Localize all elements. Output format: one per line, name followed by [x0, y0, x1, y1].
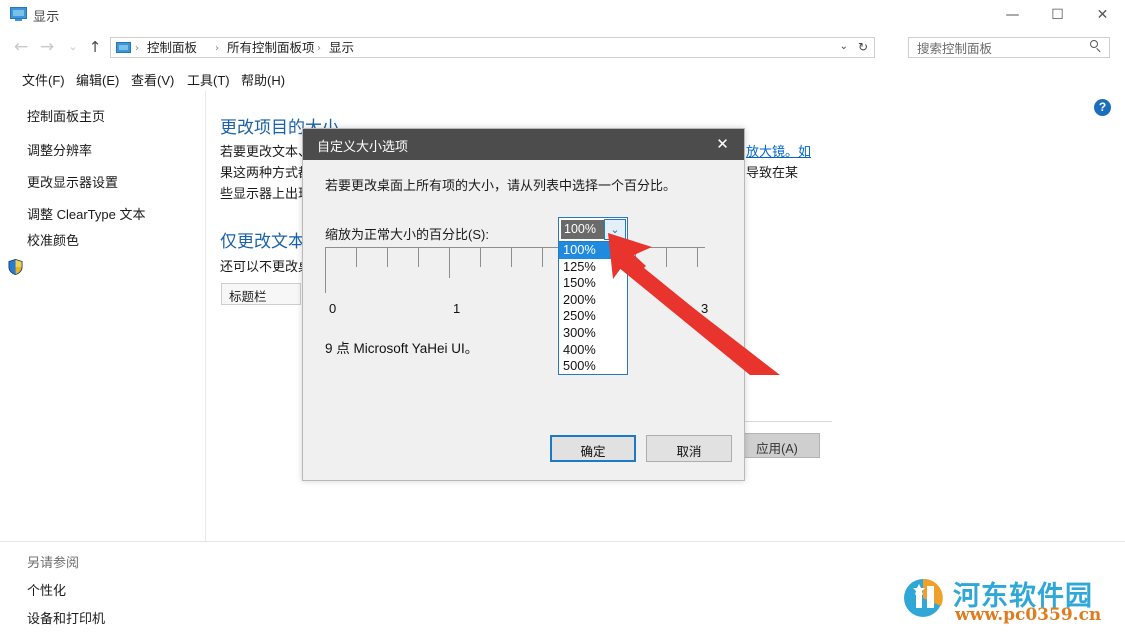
dropdown-option[interactable]: 250% [559, 308, 627, 325]
close-icon: ✕ [1096, 7, 1109, 23]
minimize-button[interactable]: — [990, 0, 1035, 30]
watermark-logo-icon [903, 576, 949, 620]
search-box[interactable] [908, 37, 1110, 58]
body-line-2: 些显示器上出现 [220, 186, 312, 201]
section-title-text-only: 仅更改文本 [220, 232, 305, 251]
ok-label: 确定 [580, 445, 606, 459]
menu-file[interactable]: 文件(F) [18, 68, 69, 91]
recent-locations-button[interactable]: ⌄ [62, 37, 84, 57]
breadcrumb-item-2[interactable]: 显示 [329, 40, 354, 57]
custom-sizing-dialog: 自定义大小选项 ✕ 若要更改桌面上所有项的大小，请从列表中选择一个百分比。 缩放… [302, 128, 745, 481]
sidebar-item-personalization[interactable]: 个性化 [27, 580, 66, 599]
menu-tools[interactable]: 工具(T) [183, 68, 234, 91]
sidebar-item-cleartype[interactable]: 调整 ClearType 文本 [27, 204, 145, 223]
back-button[interactable]: ← [10, 37, 32, 57]
sidebar-footer: 另请参阅 个性化 设备和打印机 [0, 542, 205, 634]
dialog-title: 自定义大小选项 [317, 139, 409, 154]
breadcrumb-item-0[interactable]: 控制面板 [147, 40, 197, 57]
refresh-icon[interactable]: ↻ [858, 40, 868, 54]
shield-icon [8, 259, 23, 275]
combobox-dropdown-button[interactable]: ⌄ [604, 219, 626, 240]
minimize-icon: — [1005, 7, 1020, 23]
see-also-heading: 另请参阅 [27, 555, 80, 570]
watermark: 河东软件园 www.pc0359.cn [903, 574, 1115, 626]
maximize-button[interactable]: ☐ [1035, 0, 1080, 30]
magnifier-link[interactable]: 放大镜。如 [746, 141, 811, 160]
window-title: 显示 [33, 9, 60, 24]
sidebar-item-devices-printers[interactable]: 设备和打印机 [27, 608, 105, 627]
scale-percent-label: 缩放为正常大小的百分比(S): [325, 227, 489, 242]
ruler-label-1: 1 [453, 301, 461, 316]
breadcrumb-item-1[interactable]: 所有控制面板项 [227, 40, 315, 57]
menu-help[interactable]: 帮助(H) [237, 68, 289, 91]
scale-percent-combobox[interactable]: 100% ⌄ [558, 217, 628, 242]
breadcrumb-sep: › [135, 43, 139, 54]
body-line-1: 果这两种方式都 [220, 165, 312, 180]
body-right-fragment: 导致在某 [746, 165, 799, 180]
address-bar[interactable]: › 控制面板 › 所有控制面板项 › 显示 ⌄ ↻ [110, 37, 875, 58]
ruler-preview: 0 1 2 3 [325, 247, 709, 319]
maximize-icon: ☐ [1051, 7, 1064, 23]
dropdown-option[interactable]: 125% [559, 259, 627, 276]
chevron-down-icon: ⌄ [610, 223, 620, 236]
control-panel-window: 显示 — ☐ ✕ ← → ⌄ ↑ › 控制面板 › 所有控制面板项 › 显示 ⌄… [0, 0, 1125, 634]
dialog-description: 若要更改桌面上所有项的大小，请从列表中选择一个百分比。 [325, 178, 677, 193]
menu-bar: 文件(F) 编辑(E) 查看(V) 工具(T) 帮助(H) [0, 64, 1125, 91]
help-glyph: ? [1098, 100, 1107, 114]
breadcrumb-sep: › [317, 43, 321, 54]
display-icon [10, 7, 27, 22]
sidebar: 控制面板主页 调整分辨率 校准颜色 更改显示器设置 调整 ClearType 文… [0, 91, 205, 541]
font-sample-text: 9 点 Microsoft YaHei UI。 [325, 341, 479, 356]
titlebar-item-value: 标题栏 [229, 290, 267, 304]
sidebar-item-change-display[interactable]: 更改显示器设置 [27, 172, 118, 191]
dropdown-option[interactable]: 150% [559, 275, 627, 292]
sidebar-item-calibrate-color[interactable]: 校准颜色 [27, 230, 79, 249]
scale-percent-value: 100% [564, 222, 596, 236]
ruler-label-0: 0 [329, 301, 337, 316]
scale-percent-dropdown-list[interactable]: 100% 125% 150% 200% 250% 300% 400% 500% [558, 241, 628, 375]
sidebar-item-resolution[interactable]: 调整分辨率 [27, 140, 92, 159]
titlebar-item-select[interactable]: 标题栏 [221, 283, 301, 305]
dialog-titlebar: 自定义大小选项 ✕ [303, 129, 744, 160]
chevron-down-icon[interactable]: ⌄ [840, 41, 848, 52]
navigation-bar: ← → ⌄ ↑ › 控制面板 › 所有控制面板项 › 显示 ⌄ ↻ [0, 30, 1125, 64]
menu-view[interactable]: 查看(V) [127, 68, 178, 91]
help-icon[interactable]: ? [1094, 99, 1111, 116]
close-icon: ✕ [716, 135, 729, 153]
section-body-text-only: 还可以不更改桌 [220, 259, 312, 274]
cancel-button[interactable]: 取消 [646, 435, 732, 462]
apply-button[interactable]: 应用(A) [734, 433, 820, 458]
up-button[interactable]: ↑ [84, 37, 106, 57]
apply-label: 应用(A) [756, 442, 798, 456]
body-line-0: 若要更改文本、 [220, 144, 312, 159]
ruler-label-3: 3 [701, 301, 709, 316]
breadcrumb-root-icon [116, 42, 131, 53]
close-button[interactable]: ✕ [1080, 0, 1125, 30]
forward-button[interactable]: → [36, 37, 58, 57]
scale-percent-value-highlight: 100% [561, 220, 606, 239]
watermark-url: www.pc0359.cn [955, 605, 1102, 625]
dropdown-option[interactable]: 200% [559, 292, 627, 309]
dialog-close-button[interactable]: ✕ [701, 129, 744, 160]
dropdown-option[interactable]: 300% [559, 325, 627, 342]
dropdown-option[interactable]: 500% [559, 358, 627, 375]
breadcrumb-sep: › [215, 43, 219, 54]
window-titlebar: 显示 — ☐ ✕ [0, 0, 1125, 30]
sidebar-item-home[interactable]: 控制面板主页 [27, 106, 105, 125]
dropdown-option[interactable]: 100% [559, 242, 627, 259]
dropdown-option[interactable]: 400% [559, 342, 627, 359]
search-input[interactable] [915, 39, 1084, 58]
search-icon [1090, 40, 1103, 53]
ok-button[interactable]: 确定 [550, 435, 636, 462]
menu-edit[interactable]: 编辑(E) [72, 68, 123, 91]
cancel-label: 取消 [676, 445, 702, 459]
